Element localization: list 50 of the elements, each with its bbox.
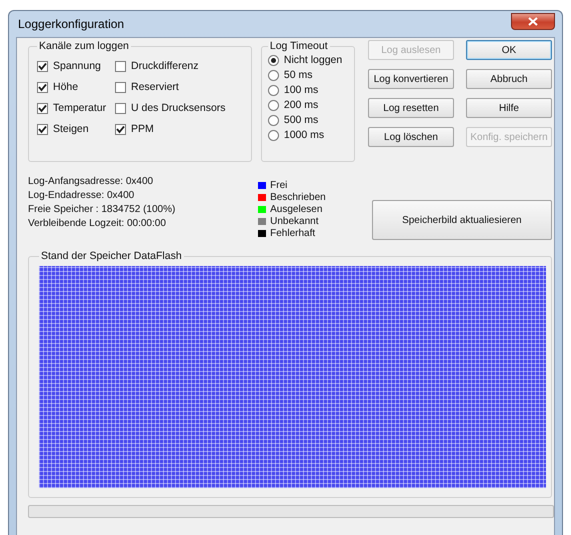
radio-label: 100 ms — [284, 84, 318, 96]
checkbox-label: Reserviert — [131, 81, 179, 93]
radio-label: Nicht loggen — [284, 54, 342, 66]
info-text: Freie Speicher : 1834752 (100%) — [28, 204, 176, 215]
refresh-button[interactable]: Speicherbild aktualiesieren — [372, 200, 552, 240]
dialog-button[interactable]: Log resetten — [368, 98, 454, 118]
dialog-button[interactable]: OK — [466, 40, 552, 60]
checkbox-label: Spannung — [53, 60, 101, 72]
radio-button[interactable] — [268, 70, 279, 80]
radio-button[interactable] — [268, 114, 279, 126]
radio-label: 50 ms — [284, 69, 312, 81]
radio-label: 200 ms — [284, 99, 318, 111]
info-text: Verbleibende Logzeit: 00:00:00 — [28, 218, 167, 229]
checkbox[interactable] — [115, 60, 126, 72]
checkbox[interactable] — [115, 102, 126, 114]
checkbox[interactable] — [37, 60, 48, 72]
dialog-button[interactable]: Log löschen — [368, 127, 454, 147]
group-title: Log Timeout — [268, 40, 329, 52]
radio-label: 1000 ms — [284, 129, 324, 141]
checkbox[interactable] — [115, 124, 126, 134]
legend-label: Fehlerhaft — [270, 228, 316, 239]
legend-label: Frei — [270, 180, 288, 191]
info-text: Log-Endadresse: 0x400 — [28, 190, 136, 201]
legend-label: Unbekannt — [270, 216, 318, 227]
radio-button[interactable] — [268, 100, 279, 110]
checkbox-label: Steigen — [53, 123, 89, 135]
checkbox[interactable] — [37, 102, 48, 114]
close-button[interactable] — [511, 12, 555, 30]
checkbox-label: Höhe — [53, 81, 78, 93]
checkbox-label: Temperatur — [53, 102, 106, 114]
legend-label: Beschrieben — [270, 192, 326, 203]
dialog-button[interactable]: Abbruch — [466, 69, 552, 89]
close-icon — [528, 16, 538, 26]
checkbox[interactable] — [115, 82, 126, 92]
dialog-button[interactable]: Log konvertieren — [368, 69, 454, 89]
radio-label: 500 ms — [284, 114, 318, 126]
checkbox-label: U des Drucksensors — [131, 102, 226, 114]
legend-label: Ausgelesen — [270, 204, 322, 215]
radio-button[interactable] — [268, 54, 279, 66]
window-title: Loggerkonfiguration — [18, 17, 124, 31]
group-title: Stand der Speicher DataFlash — [40, 250, 183, 262]
dialog-button[interactable]: Hilfe — [466, 98, 552, 118]
checkbox-label: PPM — [131, 123, 154, 135]
checkbox[interactable] — [37, 124, 48, 134]
info-text: Log-Anfangsadresse: 0x400 — [28, 176, 154, 187]
checkbox[interactable] — [37, 82, 48, 92]
radio-button[interactable] — [268, 130, 279, 140]
checkbox-label: Druckdifferenz — [131, 60, 199, 72]
group-title: Kanäle zum loggen — [38, 40, 130, 52]
radio-button[interactable] — [268, 84, 279, 96]
